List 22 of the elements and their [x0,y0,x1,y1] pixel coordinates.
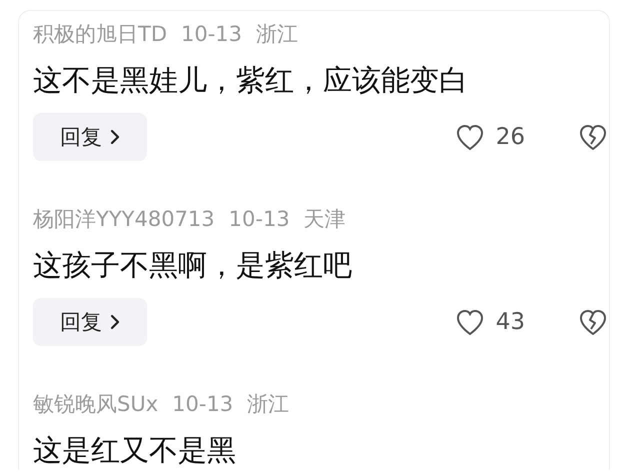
comment-location: 天津 [304,206,346,233]
comment-text: 这不是黑娃儿，紫红，应该能变白 [33,62,469,99]
like-count: 26 [496,124,525,150]
chevron-icon[interactable] [110,129,120,145]
heart-icon[interactable] [456,124,484,150]
comment-location: 浙江 [256,21,298,48]
comment-date: 10-13 [181,22,242,46]
heart-icon[interactable] [456,308,484,336]
comment-text: 这孩子不黑啊，是紫红吧 [33,247,353,284]
reply-button[interactable]: 回复 [33,113,147,161]
broken-heart-icon[interactable] [579,124,607,150]
comment-text: 这是红又不是黑 [33,432,237,469]
author-name[interactable]: 杨阳洋YYY480713 [33,205,215,233]
reply-button[interactable]: 回复 [33,298,147,346]
broken-heart-icon[interactable] [579,308,607,336]
comment-location: 浙江 [247,391,290,418]
author-name[interactable]: 积极的旭日TD [33,20,167,48]
like-count: 43 [496,309,525,335]
chevron-icon[interactable] [110,314,120,330]
comment-date: 10-13 [228,207,290,231]
comment-date: 10-13 [172,392,234,416]
author-name[interactable]: 敏锐晚风SUx [33,390,158,418]
